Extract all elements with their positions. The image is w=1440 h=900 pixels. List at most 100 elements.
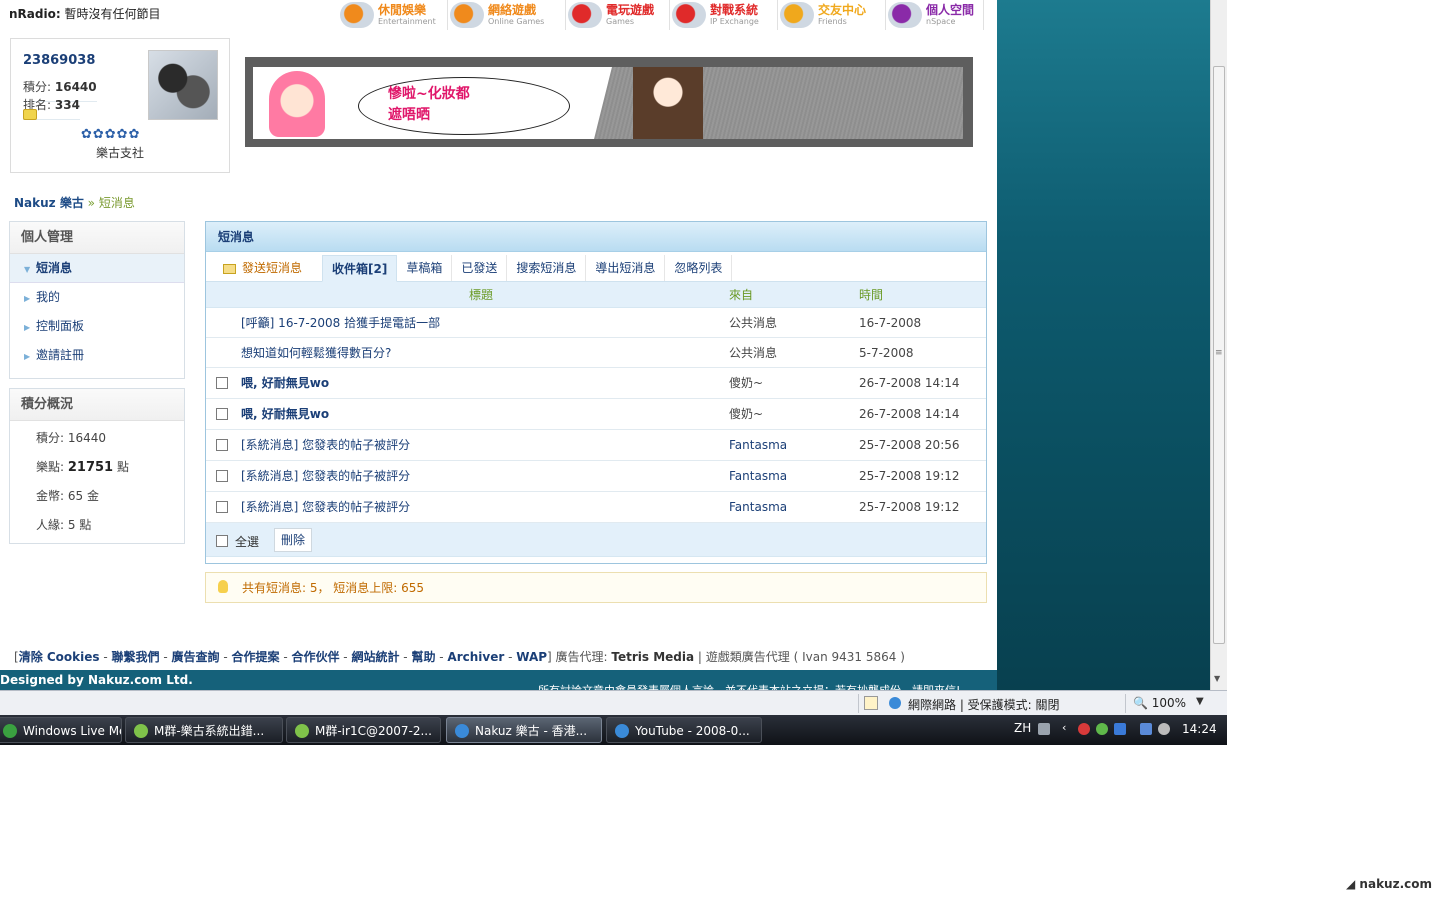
system-tray: ZH ‹ 14:24 (1010, 715, 1227, 745)
select-all-checkbox[interactable] (216, 535, 228, 547)
footer-link-2[interactable]: 廣告查詢 (172, 650, 220, 664)
taskbar-button-2[interactable]: M群-ir1C@2007-2... (286, 717, 441, 743)
browser-status-bar: 網際網路 | 受保護模式: 關閉 🔍 100% ▼ (0, 690, 1227, 715)
taskbar-button-3[interactable]: Nakuz 樂古 - 香港... (446, 717, 602, 743)
web-page: nRadio: 暫時沒有任何節目 休閒娛樂 Entertainment 網絡遊戲 On… (0, 0, 997, 690)
tab-4[interactable]: 搜索短消息 (507, 255, 587, 281)
select-all-label[interactable]: 全選 (235, 533, 259, 550)
footer-link-4[interactable]: 合作伙伴 (291, 650, 339, 664)
column-subject[interactable]: 標題 (469, 282, 493, 308)
message-from: 公共消息 (729, 316, 778, 330)
user-profile-card: 23869038 積分: 16440 排名: 334 ✿✿✿✿✿ 樂古支社 (10, 38, 230, 173)
avatar[interactable] (148, 50, 218, 120)
tab-5[interactable]: 導出短消息 (586, 255, 666, 281)
taskbar-button-0[interactable]: Windows Live Mes... (0, 717, 122, 743)
delete-button[interactable]: 刪除 (274, 528, 313, 552)
footer-link-8[interactable]: WAP (516, 650, 547, 664)
clock[interactable]: 14:24 (1182, 722, 1217, 736)
message-from[interactable]: Fantasma (729, 492, 787, 523)
message-checkbox[interactable] (216, 439, 228, 451)
language-indicator[interactable]: ZH (1014, 721, 1031, 735)
nav-item-0[interactable]: 休閒娛樂 Entertainment (338, 0, 448, 30)
taskbar-button-1[interactable]: M群-樂古系統出錯... (125, 717, 283, 743)
message-checkbox[interactable] (216, 408, 228, 420)
message-subject-link[interactable]: 喂, 好耐無見wo (241, 399, 329, 430)
message-checkbox[interactable] (216, 470, 228, 482)
tab-label: 導出短消息 (595, 261, 656, 275)
send-message-icon (223, 263, 236, 274)
app-icon (3, 724, 17, 738)
message-subject-link[interactable]: [系統消息] 您發表的帖子被評分 (241, 461, 410, 492)
sidebar-item-2[interactable]: ▶ 控制面板 (10, 312, 184, 341)
nav-item-5[interactable]: 個人空間 nSpace (886, 0, 984, 30)
nav-item-label: 對戰系統 (710, 2, 759, 17)
ad-banner[interactable]: 慘啦~化妝都 遮唔晒 (245, 57, 973, 147)
display-icon[interactable] (1140, 723, 1152, 735)
message-subject-link[interactable]: [系統消息] 您發表的帖子被評分 (241, 492, 410, 523)
zoom-level[interactable]: 🔍 100% (1133, 696, 1186, 710)
tab-0[interactable]: 發送短消息 (214, 255, 322, 281)
footer-link-0[interactable]: 清除 Cookies (19, 650, 100, 664)
messenger-icon[interactable] (1096, 723, 1108, 735)
vertical-scrollbar[interactable]: ≡ ▼ (1210, 0, 1227, 690)
breadcrumb-home-link[interactable]: Nakuz 樂古 (14, 196, 84, 210)
footer-link-5[interactable]: 網站統計 (351, 650, 399, 664)
scroll-down-icon[interactable]: ▼ (1214, 674, 1220, 683)
nav-item-2[interactable]: 電玩遊戲 Games (566, 0, 670, 30)
app-icon (134, 724, 148, 738)
nav-item-sublabel: Online Games (488, 16, 545, 26)
tab-2[interactable]: 草稿箱 (397, 255, 453, 281)
keyboard-icon[interactable] (1038, 723, 1050, 735)
message-time: 16-7-2008 (859, 316, 922, 330)
points-row-label: 樂點: (36, 460, 65, 474)
taskbar-label: M群-ir1C@2007-2... (315, 724, 432, 738)
tab-3[interactable]: 已發送 (452, 255, 508, 281)
message-subject-link[interactable]: 想知道如何輕鬆獲得數百分? (241, 338, 391, 368)
nav-item-1[interactable]: 網絡遊戲 Online Games (448, 0, 566, 30)
chevron-left-icon[interactable]: ‹ (1062, 721, 1074, 734)
message-subject-link[interactable]: [系統消息] 您發表的帖子被評分 (241, 430, 410, 461)
sidebar-item-1[interactable]: ▶ 我的 (10, 283, 184, 312)
volume-icon[interactable] (1158, 723, 1170, 735)
friends-icon (780, 2, 814, 28)
message-subject-link[interactable]: 喂, 好耐無見wo (241, 368, 329, 399)
nav-item-4[interactable]: 交友中心 Friends (778, 0, 886, 30)
message-checkbox[interactable] (216, 377, 228, 389)
tab-6[interactable]: 忽略列表 (665, 255, 733, 281)
table-row: [呼籲] 16-7-2008 拾獲手提電話一部 公共消息 16-7-2008 (206, 308, 986, 338)
tab-1[interactable]: 收件箱[2] (322, 255, 398, 282)
zoom-dropdown-icon[interactable]: ▼ (1196, 696, 1204, 707)
message-checkbox[interactable] (216, 501, 228, 513)
footer-links: [清除 Cookies - 聯繫我們 - 廣告查詢 - 合作提案 - 合作伙伴 … (14, 650, 905, 664)
message-from[interactable]: Fantasma (729, 461, 787, 492)
column-time[interactable]: 時間 (859, 282, 883, 308)
network-icon[interactable] (1114, 723, 1126, 735)
sidebar-item-3[interactable]: ▶ 邀請註冊 (10, 341, 184, 370)
footer-link-3[interactable]: 合作提案 (231, 650, 279, 664)
ad-agent-link[interactable]: Tetris Media (611, 650, 694, 664)
security-zone[interactable]: 網際網路 | 受保護模式: 關閉 (908, 696, 1060, 713)
protected-mode-icon[interactable] (864, 696, 878, 710)
antivirus-icon[interactable] (1078, 723, 1090, 735)
watermark-logo-icon: ◢ (1346, 877, 1356, 891)
column-from[interactable]: 來自 (729, 282, 753, 308)
nav-item-sublabel: Games (606, 16, 634, 26)
user-id[interactable]: 23869038 (23, 53, 95, 68)
message-from[interactable]: Fantasma (729, 430, 787, 461)
designed-by: Designed by Nakuz.com Ltd. (0, 673, 193, 687)
footer-link-6[interactable]: 幫助 (411, 650, 435, 664)
footer-link-7[interactable]: Archiver (447, 650, 504, 664)
table-row: [系統消息] 您發表的帖子被評分 Fantasma 25-7-2008 19:12 (206, 492, 986, 523)
taskbar-button-4[interactable]: YouTube - 2008-0... (606, 717, 762, 743)
app-icon (455, 724, 469, 738)
lightbulb-icon (218, 580, 228, 593)
points-row-unit: 點 (116, 460, 129, 474)
game-ad-agent: 遊戲類廣告代理 ( Ivan 9431 5864 ) (705, 650, 905, 664)
scroll-grip-icon: ≡ (1215, 348, 1223, 358)
sidebar-item-0[interactable]: ▼ 短消息 (10, 254, 184, 283)
nav-item-sublabel: IP Exchange (710, 16, 759, 26)
message-subject-link[interactable]: [呼籲] 16-7-2008 拾獲手提電話一部 (241, 308, 440, 338)
points-row-3: 人緣: 5 點 (10, 511, 184, 540)
nav-item-3[interactable]: 對戰系統 IP Exchange (670, 0, 778, 30)
footer-link-1[interactable]: 聯繫我們 (112, 650, 160, 664)
